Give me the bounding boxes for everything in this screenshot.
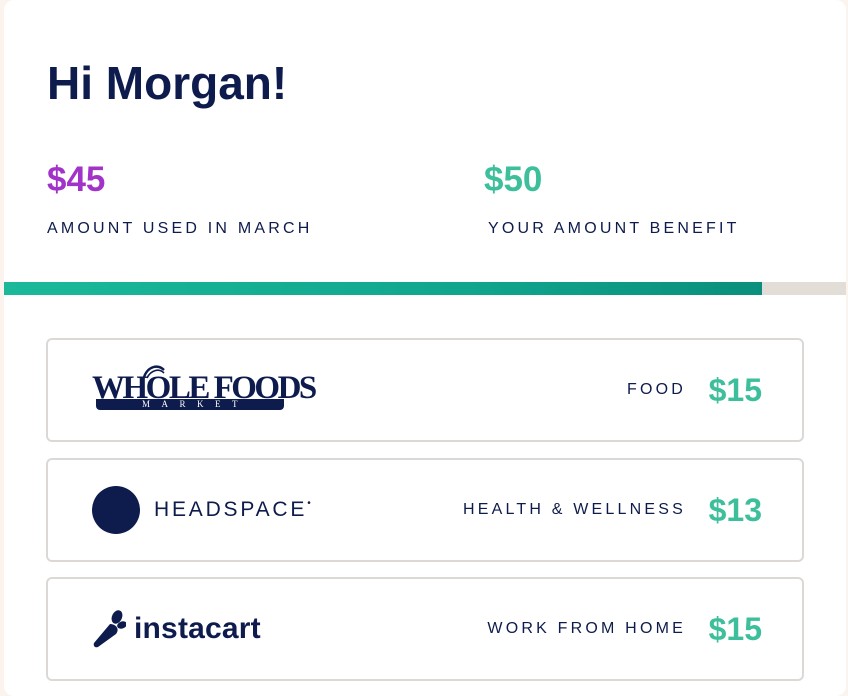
headspace-dot-icon bbox=[92, 486, 140, 534]
merchant-row-whole-foods[interactable]: WHOLE FOODS MARKET FOOD $15 bbox=[46, 338, 804, 442]
benefit-amount-value: $50 bbox=[484, 160, 543, 199]
merchant-amount: $15 bbox=[708, 372, 762, 408]
instacart-logo: instacart bbox=[92, 579, 261, 679]
whole-foods-logo: WHOLE FOODS MARKET bbox=[92, 340, 317, 440]
merchant-category: HEALTH & WELLNESS bbox=[462, 501, 686, 518]
benefit-amount-label: YOUR AMOUNT BENEFIT bbox=[488, 220, 740, 237]
benefit-card: Hi Morgan! $45 AMOUNT USED IN MARCH $50 … bbox=[4, 0, 846, 696]
carrot-icon bbox=[93, 610, 126, 648]
headspace-logo: HEADSPACE• bbox=[92, 460, 311, 560]
whole-foods-market-band: MARKET bbox=[96, 399, 284, 410]
merchant-category: FOOD bbox=[626, 381, 686, 398]
amount-used-label: AMOUNT USED IN MARCH bbox=[47, 220, 313, 237]
usage-progress-fill bbox=[4, 282, 762, 295]
merchant-category: WORK FROM HOME bbox=[487, 620, 686, 637]
merchant-amount: $15 bbox=[708, 611, 762, 647]
greeting-title: Hi Morgan! bbox=[47, 57, 288, 109]
amount-used-value: $45 bbox=[47, 160, 106, 199]
merchant-row-instacart[interactable]: instacart WORK FROM HOME $15 bbox=[46, 577, 804, 681]
headspace-mark: • bbox=[307, 498, 311, 509]
merchant-amount: $13 bbox=[708, 492, 762, 528]
headspace-wordmark: HEADSPACE bbox=[154, 498, 308, 521]
merchant-row-headspace[interactable]: HEADSPACE• HEALTH & WELLNESS $13 bbox=[46, 458, 804, 562]
instacart-wordmark: instacart bbox=[134, 612, 261, 645]
usage-progress-bar bbox=[4, 282, 846, 295]
